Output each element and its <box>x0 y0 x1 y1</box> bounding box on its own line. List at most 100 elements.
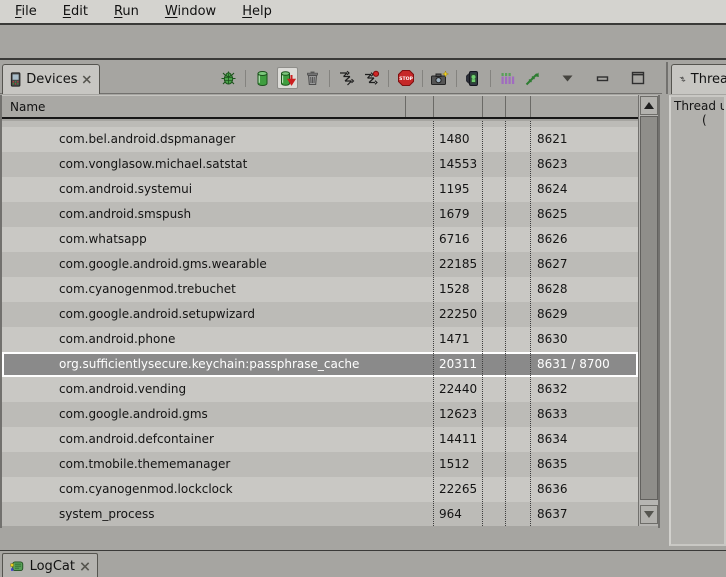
table-row[interactable]: com.google.android.setupwizard 22250 862… <box>2 302 638 327</box>
screen-capture-icon[interactable] <box>429 67 450 89</box>
client-name: com.whatsapp <box>59 227 147 252</box>
client-port: 8636 <box>537 477 568 502</box>
device-table-body: com.bel.android.dspmanager 1480 8621 com… <box>2 121 638 526</box>
device-table: Name com.bel.android.dspmanager 1480 862… <box>0 95 660 528</box>
menu-bar: File Edit Run Window Help <box>0 0 726 25</box>
client-port: 8633 <box>537 402 568 427</box>
client-port: 8631 / 8700 <box>537 352 610 377</box>
client-port: 8630 <box>537 327 568 352</box>
toolbar-separator <box>388 70 389 87</box>
column-divider[interactable] <box>433 96 434 117</box>
client-pid: 22265 <box>439 477 477 502</box>
dump-hprof-icon[interactable] <box>277 67 298 89</box>
client-name: com.android.phone <box>59 327 175 352</box>
menu-help[interactable]: Help <box>229 2 285 21</box>
table-row[interactable]: com.cyanogenmod.lockclock 22265 8636 <box>2 477 638 502</box>
client-pid: 14411 <box>439 427 477 452</box>
client-port: 8634 <box>537 427 568 452</box>
threads-message-line2: ( <box>671 113 724 127</box>
client-name: com.android.systemui <box>59 177 192 202</box>
stop-label: STOP <box>399 76 413 82</box>
table-row[interactable]: com.android.vending 22440 8632 <box>2 377 638 402</box>
client-port: 8624 <box>537 177 568 202</box>
column-divider[interactable] <box>405 96 406 117</box>
table-row[interactable]: com.bel.android.dspmanager 1480 8621 <box>2 127 638 152</box>
column-divider[interactable] <box>530 96 531 117</box>
table-row[interactable]: com.android.defcontainer 14411 8634 <box>2 427 638 452</box>
devices-toolbar: STOP <box>216 64 650 92</box>
vertical-scrollbar[interactable] <box>638 95 658 526</box>
update-threads-icon[interactable] <box>336 67 357 89</box>
table-row[interactable]: org.sufficientlysecure.keychain:passphra… <box>2 352 638 377</box>
client-pid: 14553 <box>439 152 477 177</box>
scroll-up-button[interactable] <box>640 96 658 115</box>
table-row[interactable]: com.whatsapp 6716 8626 <box>2 227 638 252</box>
systrace-icon[interactable] <box>497 67 518 89</box>
column-divider[interactable] <box>505 96 506 117</box>
client-port: 8629 <box>537 302 568 327</box>
minimize-icon[interactable] <box>592 67 613 89</box>
close-icon[interactable] <box>80 561 90 572</box>
cause-gc-icon[interactable] <box>302 67 323 89</box>
client-pid: 22440 <box>439 377 477 402</box>
table-row[interactable]: com.cyanogenmod.trebuchet 1528 8628 <box>2 277 638 302</box>
menu-file[interactable]: File <box>2 2 50 21</box>
phone-icon <box>10 71 21 88</box>
table-row[interactable]: com.android.systemui 1195 8624 <box>2 177 638 202</box>
maximize-icon[interactable] <box>627 67 648 89</box>
update-heap-icon[interactable] <box>252 67 273 89</box>
close-icon[interactable] <box>82 74 92 85</box>
tab-threads-label: Threads <box>691 72 726 87</box>
opengl-trace-icon[interactable] <box>522 67 543 89</box>
table-row[interactable]: com.vonglasow.michael.satstat 14553 8623 <box>2 152 638 177</box>
client-port: 8626 <box>537 227 568 252</box>
client-port: 8625 <box>537 202 568 227</box>
screen-record-icon[interactable] <box>463 67 484 89</box>
table-row[interactable]: com.android.phone 1471 8630 <box>2 327 638 352</box>
tab-logcat-label: LogCat <box>30 559 75 574</box>
client-name: com.google.android.setupwizard <box>59 302 255 327</box>
menu-edit[interactable]: Edit <box>50 2 101 21</box>
client-pid: 6716 <box>439 227 470 252</box>
client-name: com.google.android.gms <box>59 402 208 427</box>
client-name: system_process <box>59 502 155 526</box>
toolbar-separator <box>422 70 423 87</box>
column-divider[interactable] <box>482 96 483 117</box>
device-table-header[interactable]: Name <box>2 95 658 119</box>
start-method-profiling-icon[interactable] <box>361 67 382 89</box>
view-menu-icon[interactable] <box>557 67 578 89</box>
client-port: 8635 <box>537 452 568 477</box>
column-header-name[interactable]: Name <box>10 100 45 114</box>
client-name: com.google.android.gms.wearable <box>59 252 267 277</box>
client-name: com.android.vending <box>59 377 186 402</box>
client-pid: 1512 <box>439 452 470 477</box>
client-port: 8627 <box>537 252 568 277</box>
stop-process-icon[interactable]: STOP <box>395 67 416 89</box>
menu-window[interactable]: Window <box>152 2 229 21</box>
main-toolbar-strip <box>0 27 726 60</box>
vertical-scroll-thumb[interactable] <box>640 116 658 500</box>
client-pid: 20311 <box>439 352 477 377</box>
client-port: 8637 <box>537 502 568 526</box>
table-row[interactable]: com.google.android.gms.wearable 22185 86… <box>2 252 638 277</box>
scroll-down-button[interactable] <box>640 505 658 524</box>
threads-message: Thread up ( <box>669 95 726 546</box>
toolbar-separator <box>456 70 457 87</box>
tab-threads[interactable]: Threads <box>671 64 726 94</box>
table-row[interactable]: system_process 964 8637 <box>2 502 638 526</box>
table-row[interactable]: com.android.smspush 1679 8625 <box>2 202 638 227</box>
tab-logcat[interactable]: LogCat <box>2 553 98 577</box>
client-pid: 964 <box>439 502 462 526</box>
table-row[interactable]: com.tmobile.thememanager 1512 8635 <box>2 452 638 477</box>
client-port: 8632 <box>537 377 568 402</box>
threads-view: Threads Thread up ( <box>666 62 726 549</box>
devices-tab-bar: Devices <box>0 62 662 94</box>
client-name: com.vonglasow.michael.satstat <box>59 152 247 177</box>
debug-process-icon[interactable] <box>218 67 239 89</box>
client-pid: 1679 <box>439 202 470 227</box>
menu-run[interactable]: Run <box>101 2 152 21</box>
table-row[interactable]: com.google.android.gms 12623 8633 <box>2 402 638 427</box>
client-name: com.cyanogenmod.lockclock <box>59 477 233 502</box>
tab-devices[interactable]: Devices <box>2 64 100 94</box>
client-name: org.sufficientlysecure.keychain:passphra… <box>59 352 359 377</box>
